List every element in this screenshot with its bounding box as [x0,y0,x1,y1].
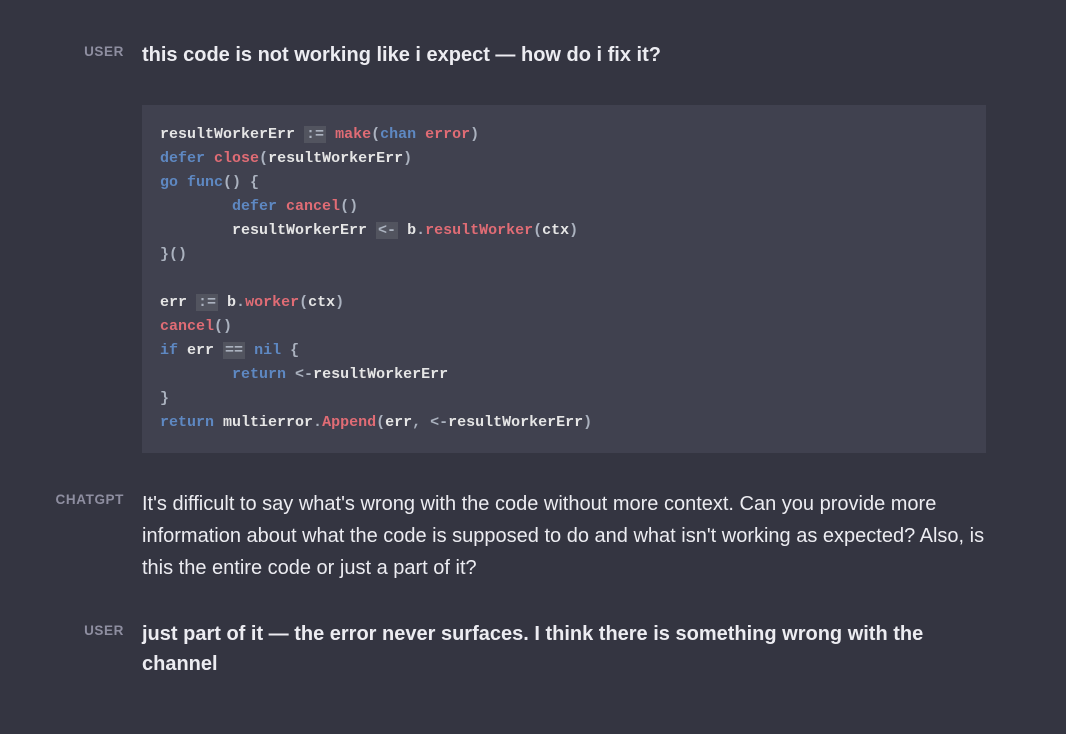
message-row-user-1: USER this code is not working like i exp… [20,40,1046,453]
role-label-chatgpt: CHATGPT [20,488,140,584]
role-label-user: USER [20,619,140,679]
message-body: just part of it — the error never surfac… [140,619,1046,679]
role-label-user: USER [20,40,140,453]
message-body: this code is not working like i expect —… [140,40,1046,453]
message-row-user-2: USER just part of it — the error never s… [20,619,1046,679]
code-block[interactable]: resultWorkerErr := make(chan error) defe… [142,105,986,453]
chat-container: USER this code is not working like i exp… [0,0,1066,734]
user-message-text: just part of it — the error never surfac… [142,619,986,679]
user-message-text: this code is not working like i expect —… [142,40,986,70]
message-row-assistant-1: CHATGPT It's difficult to say what's wro… [20,488,1046,584]
assistant-message-text: It's difficult to say what's wrong with … [142,488,986,584]
message-body: It's difficult to say what's wrong with … [140,488,1046,584]
